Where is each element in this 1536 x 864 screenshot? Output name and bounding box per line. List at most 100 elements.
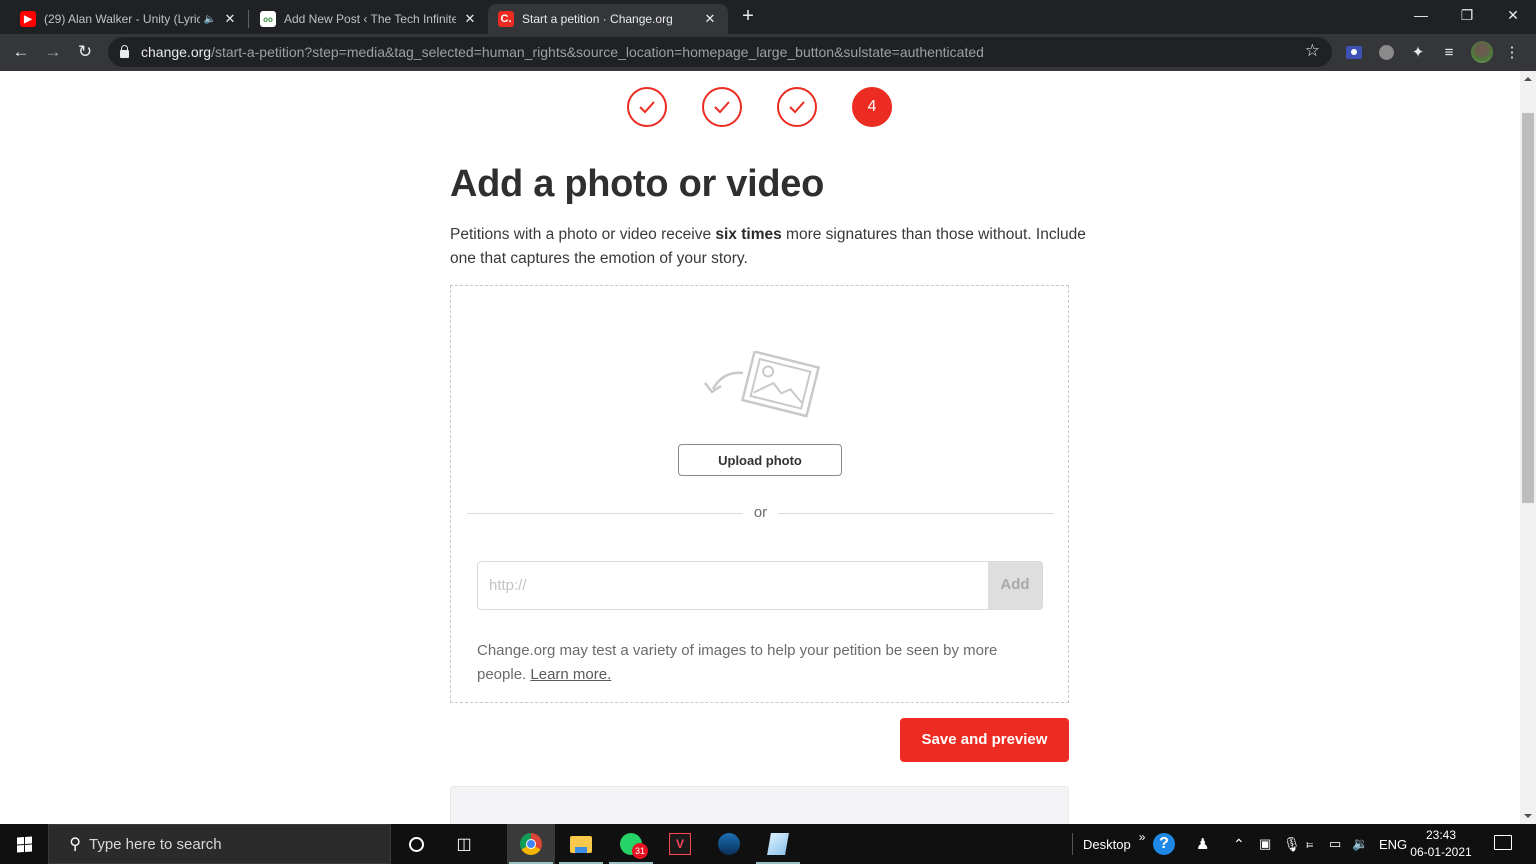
next-section-panel	[450, 786, 1069, 824]
scroll-up-arrow-icon[interactable]	[1524, 77, 1532, 81]
taskbar-search[interactable]: ⚲ Type here to search	[48, 824, 391, 864]
action-center-icon[interactable]	[1494, 835, 1512, 850]
help-tray-item[interactable]: ?	[1153, 824, 1175, 864]
photo-upload-illustration-icon	[704, 351, 821, 418]
browser-toolbar: ← → ↻ change.org/start-a-petition?step=m…	[0, 34, 1536, 71]
desktop-label: Desktop	[1083, 836, 1131, 852]
clock-date: 06-01-2021	[1410, 845, 1472, 859]
divider-line	[778, 513, 1054, 514]
back-button[interactable]: ←	[8, 39, 34, 65]
upload-photo-button[interactable]: Upload photo	[678, 444, 842, 476]
close-tab-icon[interactable]: ✕	[702, 11, 718, 27]
microphone-icon[interactable]: 🎙	[1283, 824, 1301, 864]
show-hidden-icons-chevron[interactable]: ⌃	[1233, 824, 1245, 864]
windows-logo-icon	[16, 835, 32, 853]
search-placeholder: Type here to search	[89, 835, 222, 853]
taskbar-file-explorer[interactable]	[557, 824, 605, 864]
taskbar-valorant[interactable]: V	[656, 824, 704, 864]
cortana-icon	[408, 836, 424, 852]
task-view-button[interactable]: ◫	[440, 824, 488, 864]
step-4-current: 4	[852, 87, 892, 127]
learn-more-link[interactable]: Learn more.	[530, 666, 611, 683]
taskbar-notes[interactable]	[754, 824, 802, 864]
screen-recorder-icon[interactable]	[1342, 40, 1366, 64]
valorant-icon: V	[669, 833, 691, 855]
meet-icon[interactable]	[1374, 40, 1398, 64]
scroll-down-arrow-icon[interactable]	[1524, 814, 1532, 818]
people-icon[interactable]: ♟	[1196, 824, 1209, 864]
close-tab-icon[interactable]: ✕	[222, 11, 238, 27]
desktop-toolbar[interactable]: Desktop »	[1072, 824, 1145, 864]
language-indicator[interactable]: ENG	[1379, 824, 1407, 864]
battery-icon[interactable]: ▭	[1329, 824, 1341, 864]
cortana-button[interactable]	[392, 824, 440, 864]
youtube-icon: ▶	[20, 11, 36, 27]
or-divider: or	[467, 503, 1054, 523]
step-3-complete	[777, 87, 817, 127]
media-dropzone[interactable]: Upload photo or Add Change.org may test …	[450, 285, 1069, 703]
forward-button[interactable]: →	[40, 39, 66, 65]
site-icon: oo	[260, 11, 276, 27]
step-1-complete	[627, 87, 667, 127]
taskbar-steam[interactable]	[705, 824, 753, 864]
volume-icon[interactable]: 🔉	[1352, 824, 1368, 864]
help-icon: ?	[1153, 833, 1175, 855]
url-text[interactable]: change.org/start-a-petition?step=media&t…	[141, 44, 984, 60]
tab-title: Start a petition · Change.org	[522, 12, 673, 26]
page-scrollbar[interactable]	[1520, 71, 1536, 824]
page-viewport: 4 Add a photo or video Petitions with a …	[0, 71, 1520, 824]
tab-youtube[interactable]: ▶ (29) Alan Walker - Unity (Lyric 🔈 ✕	[0, 4, 248, 34]
save-and-preview-button[interactable]: Save and preview	[900, 718, 1069, 762]
change-org-icon: C.	[498, 11, 514, 27]
close-tab-icon[interactable]: ✕	[462, 11, 478, 27]
system-clock[interactable]: 23:43 06-01-2021	[1410, 827, 1472, 861]
toolbar-chevron-icon[interactable]: »	[1139, 830, 1146, 844]
audio-playing-icon[interactable]: 🔈	[204, 14, 216, 25]
wifi-icon[interactable]: ⫢	[1306, 824, 1313, 864]
taskbar-whatsapp[interactable]: 31	[607, 824, 655, 864]
bookmark-star-icon[interactable]: ☆	[1305, 41, 1320, 61]
start-button[interactable]	[0, 824, 48, 864]
intro-text: Petitions with a photo or video receive …	[450, 226, 1086, 267]
tab-start-a-petition[interactable]: C. Start a petition · Change.org ✕	[488, 4, 728, 34]
chrome-icon	[520, 833, 542, 855]
steam-icon	[718, 833, 740, 855]
address-bar[interactable]: change.org/start-a-petition?step=media&t…	[108, 37, 1332, 67]
step-2-complete	[702, 87, 742, 127]
add-url-button[interactable]: Add	[988, 562, 1042, 609]
tab-title: (29) Alan Walker - Unity (Lyric	[44, 12, 200, 26]
restore-button[interactable]: ❐	[1444, 0, 1490, 30]
reload-button[interactable]: ↻	[72, 39, 98, 65]
task-view-icon: ◫	[456, 836, 472, 853]
close-window-button[interactable]: ✕	[1490, 0, 1536, 30]
meet-now-icon[interactable]: ▣	[1259, 824, 1271, 864]
checkmark-icon	[639, 101, 655, 114]
extensions-puzzle-icon[interactable]: ✦	[1406, 40, 1430, 64]
media-queue-icon[interactable]: ≡	[1437, 40, 1461, 64]
video-url-input[interactable]	[478, 562, 988, 609]
new-tab-button[interactable]: +	[737, 5, 759, 27]
notification-badge: 31	[632, 843, 648, 859]
profile-avatar[interactable]	[1471, 41, 1493, 63]
search-icon: ⚲	[69, 836, 81, 853]
progress-steps: 4	[627, 87, 892, 127]
browser-tab-strip: ▶ (29) Alan Walker - Unity (Lyric 🔈 ✕ oo…	[0, 0, 1536, 34]
lock-icon[interactable]	[120, 45, 129, 58]
tab-add-new-post[interactable]: oo Add New Post ‹ The Tech Infinite ✕	[240, 4, 488, 34]
video-url-group: Add	[477, 561, 1043, 610]
whatsapp-icon: 31	[620, 833, 648, 859]
windows-taskbar: ⚲ Type here to search ◫ 31 V Desktop » ?…	[0, 824, 1536, 864]
taskbar-chrome[interactable]	[507, 824, 555, 864]
tab-title: Add New Post ‹ The Tech Infinite	[284, 12, 456, 26]
minimize-button[interactable]: —	[1398, 0, 1444, 30]
browser-menu-icon[interactable]: ⋮	[1500, 40, 1524, 64]
clock-time: 23:43	[1425, 828, 1457, 842]
emphasis-text: six times	[715, 226, 782, 243]
notes-app-icon	[767, 833, 789, 855]
image-testing-note: Change.org may test a variety of images …	[477, 642, 998, 683]
checkmark-icon	[789, 101, 805, 114]
scrollbar-thumb[interactable]	[1522, 113, 1534, 503]
checkmark-icon	[714, 101, 730, 114]
folder-icon	[570, 835, 592, 853]
page-title: Add a photo or video	[450, 163, 824, 205]
